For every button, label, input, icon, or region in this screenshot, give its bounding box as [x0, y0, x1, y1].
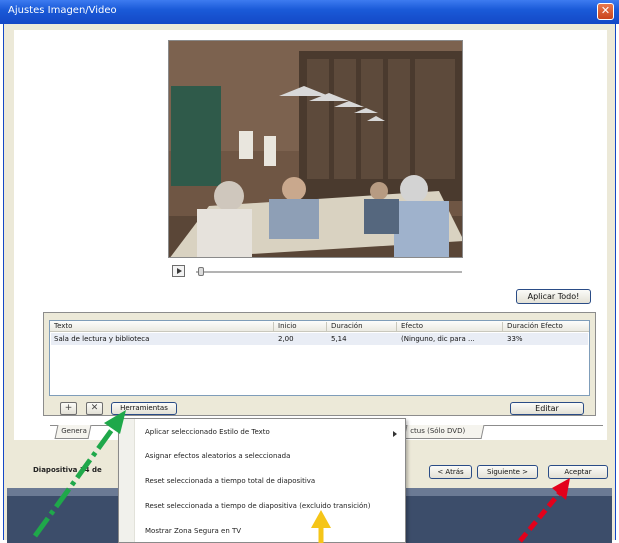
green-arrow: [32, 410, 126, 538]
red-arrow: [518, 478, 570, 543]
yellow-arrow: [311, 510, 331, 543]
annotation-arrows: [32, 410, 570, 543]
settings-window: Ajustes Imagen/Video ✕ Aplicar Todo! Tex…: [0, 0, 619, 543]
